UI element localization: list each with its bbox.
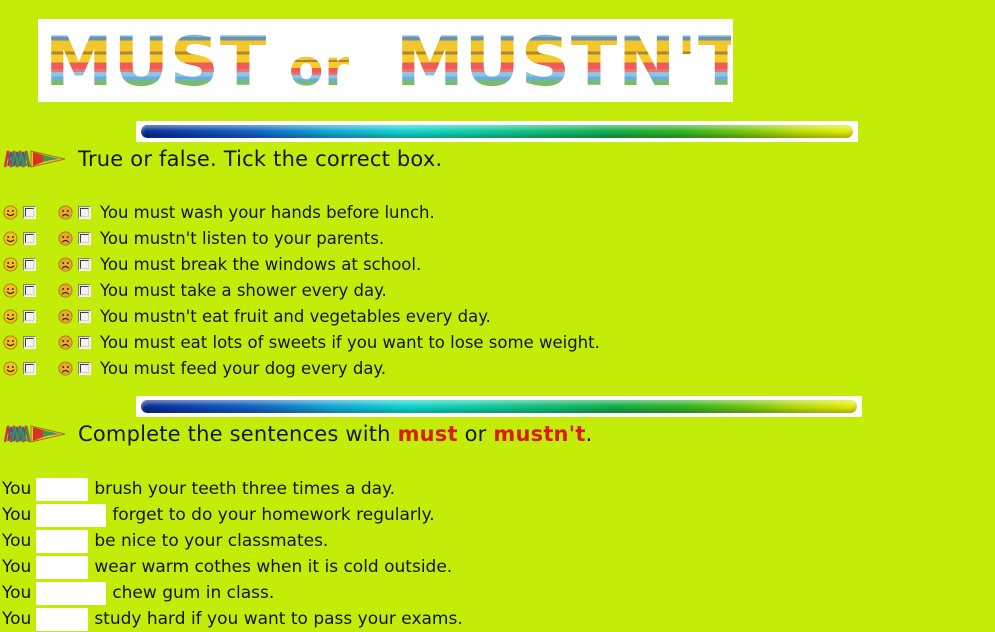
statement-text: You mustn't eat fruit and vegetables eve… [100,306,491,326]
checkbox-false[interactable] [78,257,91,271]
divider-bar-2 [136,396,862,417]
checkbox-true[interactable] [23,283,36,297]
section-1-heading-text: True or false. Tick the correct box. [78,147,443,171]
gradient-bar [141,125,853,138]
table-row: You must break the windows at school. [0,251,995,277]
title-word-mustnt: MUSTN'T [396,23,731,99]
sentence-suffix: be nice to your classmates. [94,531,329,551]
statement-text: You must break the windows at school. [100,254,422,274]
keyword-must: must [397,422,458,446]
sad-face-icon [58,204,73,220]
sentence-suffix: wear warm cothes when it is cold outside… [94,557,453,577]
checkbox-false[interactable] [78,205,91,219]
blank-input[interactable] [36,503,107,527]
table-row: You mustn't listen to your parents. [0,225,995,251]
heading-text-part-1: Complete the sentences with [78,422,398,446]
sentence-prefix: You [2,557,32,577]
keyword-mustnt: mustn't [493,422,586,446]
sentence-prefix: You [2,531,32,551]
checkbox-false[interactable] [78,361,91,375]
table-row: You must wash your hands before lunch. [0,199,995,225]
section-2-heading: Complete the sentences with must or must… [3,422,592,446]
statement-text: You must wash your hands before lunch. [100,202,435,222]
happy-face-icon [3,308,18,324]
statement-text: You mustn't listen to your parents. [100,228,385,248]
table-row: You must feed your dog every day. [0,355,995,381]
title-wordart: MUST or MUSTN'T [38,19,733,102]
sentence-prefix: You [2,583,32,603]
blank-input[interactable] [36,607,89,631]
list-item: You be nice to your classmates. [0,528,995,554]
section-1-heading: True or false. Tick the correct box. [3,147,442,171]
heading-text-part-3: . [585,422,593,446]
pencil-icon [3,147,71,171]
checkbox-true[interactable] [23,231,36,245]
table-row: You must eat lots of sweets if you want … [0,329,995,355]
sentence-prefix: You [2,609,32,629]
table-row: You must take a shower every day. [0,277,995,303]
statement-text: You must take a shower every day. [100,280,387,300]
blank-input[interactable] [36,477,89,501]
worksheet-page: MUST or MUSTN'T True or false. Tick the … [0,0,995,631]
happy-face-icon [3,334,18,350]
checkbox-false[interactable] [78,335,91,349]
sad-face-icon [58,230,73,246]
blank-input[interactable] [36,529,89,553]
title-word-must: MUST [45,23,267,99]
sentence-suffix: study hard if you want to pass your exam… [94,609,463,629]
table-row: You mustn't eat fruit and vegetables eve… [0,303,995,329]
gradient-bar [141,400,857,413]
sad-face-icon [58,334,73,350]
checkbox-true[interactable] [23,309,36,323]
section-2-heading-text: Complete the sentences with must or must… [78,422,592,446]
list-item: You wear warm cothes when it is cold out… [0,554,995,580]
sad-face-icon [58,360,73,376]
true-false-list: You must wash your hands before lunch. Y… [0,199,995,381]
sentence-suffix: chew gum in class. [112,583,275,603]
happy-face-icon [3,230,18,246]
checkbox-true[interactable] [23,205,36,219]
heading-text-part-2: or [457,422,494,446]
sad-face-icon [58,308,73,324]
checkbox-true[interactable] [23,335,36,349]
fill-in-blank-list: You brush your teeth three times a day. … [0,476,995,632]
title-banner: MUST or MUSTN'T [38,19,733,102]
sad-face-icon [58,282,73,298]
checkbox-true[interactable] [23,257,36,271]
sentence-prefix: You [2,479,32,499]
checkbox-false[interactable] [78,309,91,323]
list-item: You forget to do your homework regularly… [0,502,995,528]
checkbox-false[interactable] [78,231,91,245]
statement-text: You must eat lots of sweets if you want … [100,332,600,352]
title-word-or: or [289,39,350,97]
sentence-suffix: brush your teeth three times a day. [94,479,396,499]
sentence-prefix: You [2,505,32,525]
blank-input[interactable] [36,555,89,579]
sad-face-icon [58,256,73,272]
happy-face-icon [3,282,18,298]
pencil-icon [3,422,71,446]
checkbox-true[interactable] [23,361,36,375]
list-item: You brush your teeth three times a day. [0,476,995,502]
checkbox-false[interactable] [78,283,91,297]
blank-input[interactable] [36,581,107,605]
statement-text: You must feed your dog every day. [100,358,387,378]
happy-face-icon [3,256,18,272]
happy-face-icon [3,360,18,376]
divider-bar-1 [136,121,858,142]
happy-face-icon [3,204,18,220]
list-item: You chew gum in class. [0,580,995,606]
list-item: You study hard if you want to pass your … [0,606,995,632]
sentence-suffix: forget to do your homework regularly. [112,505,435,525]
